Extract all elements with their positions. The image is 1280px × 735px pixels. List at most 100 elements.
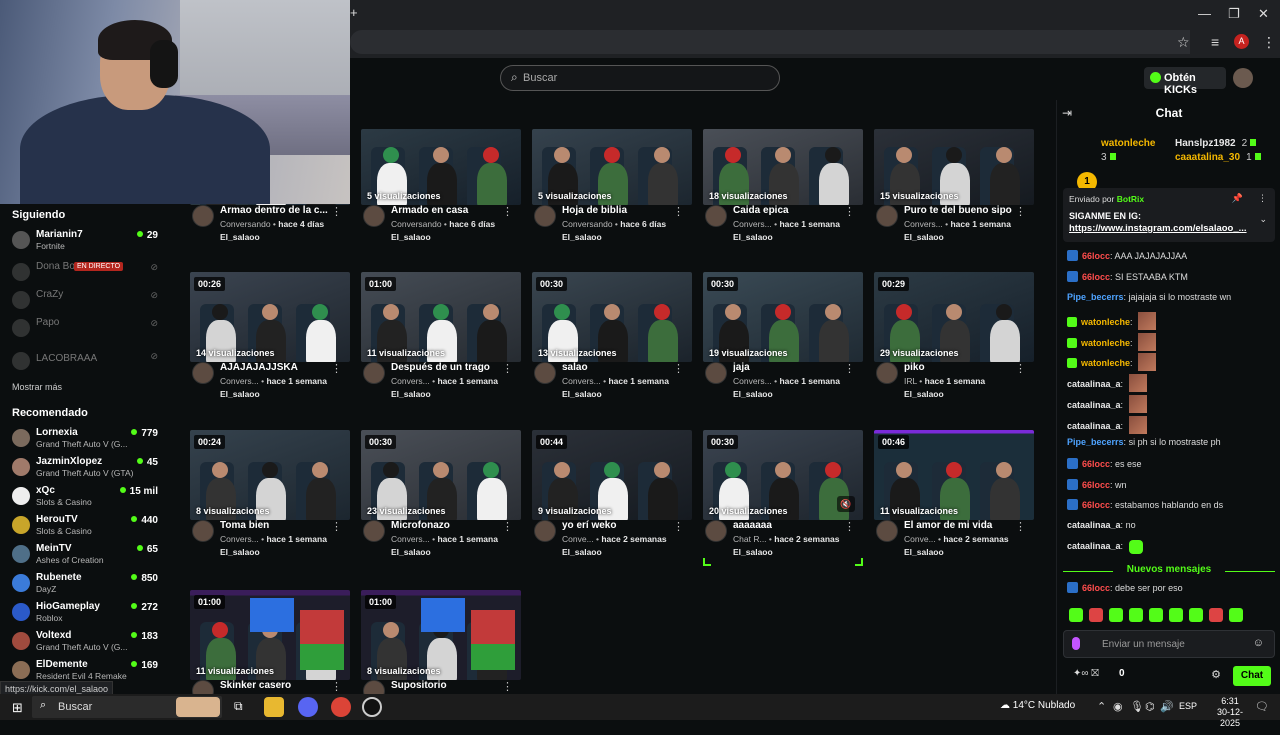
chat-username[interactable]: watonleche [1081,338,1130,348]
avatar[interactable] [363,520,385,542]
video-thumbnail[interactable]: 00:26 14 visualizaciones [190,272,350,362]
chat-username[interactable]: cataalinaa_a [1067,379,1121,389]
obs-icon[interactable] [362,697,382,717]
kebab-icon[interactable]: ⋮ [331,520,342,533]
avatar[interactable] [534,362,556,384]
video-thumbnail[interactable]: 01:00 11 visualizaciones [361,272,521,362]
tray-icon[interactable]: ◉ [1113,700,1123,713]
minimize-button[interactable]: — [1198,6,1211,21]
video-title[interactable]: Armado en casa [391,205,506,216]
pin-icon[interactable]: 📌 [1232,193,1243,204]
video-title[interactable]: Caida epica [733,205,848,216]
sidebar-item-recommended[interactable]: JazminXlopez Grand Theft Auto V (GTA) 45 [10,455,162,483]
avatar[interactable] [363,205,385,227]
video-channel[interactable]: El_salaoo [391,232,431,242]
video-thumbnail[interactable]: 00:29 29 visualizaciones [874,272,1034,362]
chat-username[interactable]: Pipe_becerrs [1067,292,1124,302]
emote-icon[interactable] [1169,608,1183,622]
kebab-icon[interactable]: ⋮ [502,520,513,533]
emote-icon[interactable] [1129,608,1143,622]
video-thumbnail[interactable]: 18 visualizaciones [703,129,863,205]
emote-icon[interactable] [1189,608,1203,622]
close-window-button[interactable]: ✕ [1258,6,1269,22]
avatar[interactable] [705,205,727,227]
video-card[interactable]: 00:46 11 visualizaciones El amor de mi vid… [874,430,1034,575]
address-bar[interactable] [350,30,1190,54]
chrome-icon[interactable] [331,697,351,717]
kebab-icon[interactable]: ⋮ [673,520,684,533]
avatar[interactable] [192,362,214,384]
video-title[interactable]: Hoja de biblia [562,205,677,216]
pinned-link[interactable]: https://www.instagram.com/elsalaoo_... [1069,223,1257,234]
video-channel[interactable]: El_salaoo [733,547,773,557]
video-title[interactable]: Armao dentro de la c... [220,205,335,216]
search-highlight-icon[interactable] [176,697,220,717]
video-card[interactable]: 00:30 13 visualizaciones salao ⋮ Convers... … [532,272,692,417]
video-channel[interactable]: El_salaoo [220,389,260,399]
notifications-icon[interactable]: 🗨 [1255,700,1269,713]
kebab-icon[interactable]: ⋮ [1015,520,1026,533]
sidebar-item-following[interactable]: Dona Bot EN DIRECTO ⊘ [10,260,162,288]
sidebar-item-recommended[interactable]: HioGameplay Roblox 272 [10,600,162,628]
sidebar-item-following[interactable]: Papo ⊘ [10,316,162,344]
kebab-icon[interactable]: ⋮ [502,205,513,218]
chat-username[interactable]: cataalinaa_a [1067,520,1121,530]
microphone-icon[interactable]: 🎙 [1130,700,1144,713]
video-channel[interactable]: El_salaoo [220,547,260,557]
video-thumbnail[interactable]: 01:00 8 visualizaciones [361,590,521,680]
chat-username[interactable]: watonleche [1081,358,1130,368]
file-explorer-icon[interactable] [264,697,284,717]
media-control-icon[interactable]: ≡ [1211,34,1219,50]
sidebar-item-recommended[interactable]: HerouTV Slots & Casino 440 [10,513,162,541]
video-title[interactable]: aaaaaaa [733,520,848,531]
video-title[interactable]: yo erí weko [562,520,677,531]
kebab-icon[interactable]: ⋮ [1015,362,1026,375]
task-view-icon[interactable]: ⧉ [232,697,252,717]
chat-username[interactable]: 66locc [1082,251,1110,261]
video-title[interactable]: Skinker casero [220,680,335,691]
video-thumbnail[interactable]: 00:30 13 visualizaciones [532,272,692,362]
sidebar-item-recommended[interactable]: Lornexia Grand Theft Auto V (G... 779 [10,426,162,454]
video-title[interactable]: jaja [733,362,848,373]
video-thumbnail[interactable]: 00:30 19 visualizaciones [703,272,863,362]
send-chat-button[interactable]: Chat [1233,666,1271,686]
network-icon[interactable]: ⌬ [1145,700,1155,713]
video-thumbnail[interactable]: 5 visualizaciones [361,129,521,205]
video-thumbnail[interactable]: 5 visualizaciones [532,129,692,205]
avatar[interactable] [534,520,556,542]
new-messages-divider[interactable]: Nuevos mensajes [1063,564,1275,575]
video-thumbnail[interactable]: 00:30 23 visualizaciones [361,430,521,520]
video-card[interactable]: 00:26 14 visualizaciones AJAJAJAJJSKA ⋮ Conv… [190,272,350,417]
volume-icon[interactable]: 🔊 [1160,700,1174,713]
video-card[interactable]: 00:24 8 visualizaciones Toma bien ⋮ Convers.… [190,430,350,575]
video-card[interactable]: 00:30 20 visualizaciones 🔇 aaaaaaa ⋮ Chat R..… [703,430,863,575]
sidebar-item-recommended[interactable]: Voltexd Grand Theft Auto V (G... 183 [10,629,162,657]
chat-username[interactable]: watonleche [1081,317,1130,327]
avatar[interactable] [192,205,214,227]
sidebar-item-recommended[interactable]: MeinTV Ashes of Creation 65 [10,542,162,570]
user-avatar[interactable] [1233,68,1253,88]
video-title[interactable]: Supositorio [391,680,506,691]
gifter-name[interactable]: Hanslpz1982 2 [1175,138,1256,149]
video-thumbnail[interactable]: 00:30 20 visualizaciones 🔇 [703,430,863,520]
discord-icon[interactable] [298,697,318,717]
kebab-icon[interactable]: ⋮ [1015,205,1026,218]
emote-icon[interactable] [1229,608,1243,622]
video-title[interactable]: Microfonazo [391,520,506,531]
emote-icon[interactable] [1209,608,1223,622]
avatar[interactable] [534,205,556,227]
video-channel[interactable]: El_salaoo [733,389,773,399]
clock[interactable]: 6:31 30-12-2025 [1210,696,1250,729]
avatar[interactable] [876,520,898,542]
star-icon[interactable]: ☆ [1177,34,1190,51]
video-card[interactable]: 00:30 19 visualizaciones jaja ⋮ Convers... •… [703,272,863,417]
kebab-icon[interactable]: ⋮ [844,205,855,218]
new-tab-button[interactable]: + [350,5,358,20]
avatar[interactable] [876,362,898,384]
gifter-name[interactable]: watonleche [1101,138,1155,149]
sidebar-item-recommended[interactable]: xQc Slots & Casino 15 mil [10,484,162,512]
chat-username[interactable]: cataalinaa_a [1067,400,1121,410]
kebab-icon[interactable]: ⋮ [1262,34,1276,51]
chat-username[interactable]: cataalinaa_a [1067,421,1121,431]
video-card[interactable]: 5 visualizaciones Hoja de biblia ⋮ Conversa… [532,129,692,274]
